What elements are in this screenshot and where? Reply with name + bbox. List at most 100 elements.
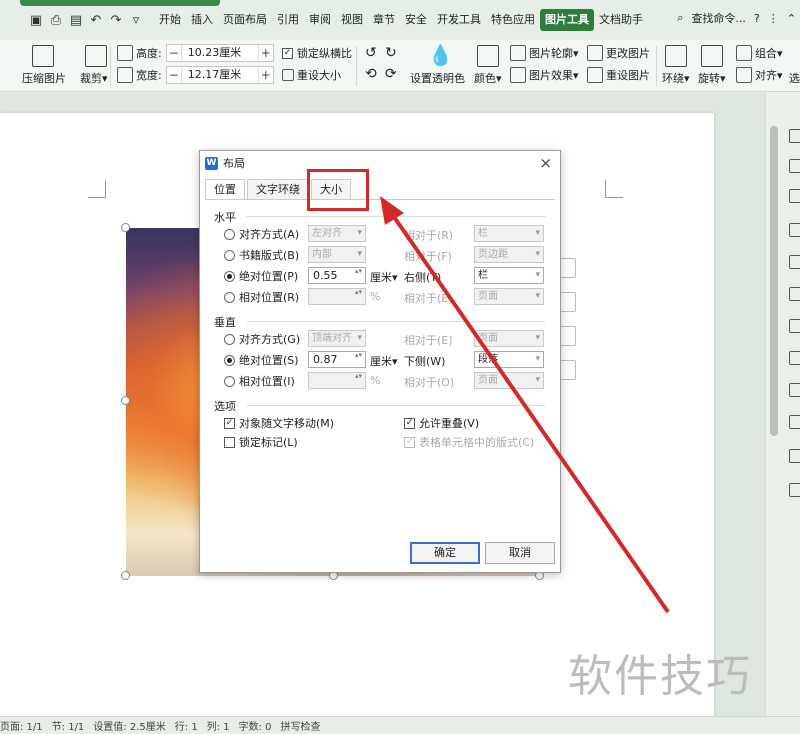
change-picture-button[interactable]: 更改图片 — [587, 45, 650, 61]
h-book-radio[interactable] — [224, 249, 235, 261]
panel-icon[interactable] — [789, 383, 800, 397]
tab-picture-tools[interactable]: 图片工具 — [540, 9, 594, 31]
h-book-select[interactable]: 内部 — [308, 246, 366, 263]
v-rel-radio[interactable] — [224, 375, 235, 387]
share-icon[interactable] — [789, 319, 800, 333]
compress-button[interactable]: 压缩图片 — [22, 70, 66, 86]
image-icon[interactable] — [789, 415, 800, 429]
rotate-right-icon[interactable]: ↻ — [385, 45, 397, 61]
rotate-button[interactable]: 旋转 ▾ — [698, 70, 726, 86]
resize-handle-middle-left[interactable] — [121, 396, 130, 405]
outline-button[interactable]: 图片轮廓 ▾ — [510, 45, 579, 61]
tab-doc-assistant[interactable]: 文档助手 — [594, 9, 648, 31]
tools-icon[interactable] — [789, 449, 800, 463]
align-button[interactable]: 对齐 ▾ — [736, 67, 783, 83]
star-icon[interactable] — [789, 287, 800, 301]
redo-icon[interactable]: ↷ — [108, 12, 124, 28]
h-rel-rel-select[interactable]: 页面 — [474, 288, 544, 305]
more-options-icon[interactable]: ⋮ — [768, 12, 779, 25]
h-align-select[interactable]: 左对齐 — [308, 225, 366, 242]
tab-view[interactable]: 视图 — [336, 9, 368, 31]
cursor-icon[interactable] — [789, 159, 800, 173]
tab-section[interactable]: 章节 — [368, 9, 400, 31]
v-abs-rel-select[interactable]: 段落 — [474, 351, 544, 368]
tab-insert[interactable]: 插入 — [186, 9, 218, 31]
style-icon[interactable] — [789, 189, 800, 203]
allow-overlap-checkbox[interactable]: ✓ — [404, 417, 415, 429]
move-with-text-checkbox[interactable]: ✓ — [224, 417, 235, 429]
h-align-option[interactable]: 对齐方式(A) — [224, 225, 299, 243]
close-icon[interactable]: × — [539, 154, 552, 172]
h-align-radio[interactable] — [224, 228, 235, 240]
lock-anchor-option[interactable]: 锁定标记(L) — [224, 433, 298, 451]
height-input[interactable]: − 10.23厘米 + — [165, 44, 274, 62]
lock-ratio-check[interactable]: ✓ — [282, 47, 293, 59]
command-search[interactable]: 查找命令... — [691, 10, 746, 26]
tab-security[interactable]: 安全 — [400, 9, 432, 31]
collapse-icon[interactable]: ⌃ — [787, 12, 796, 25]
help-icon[interactable]: ? — [754, 12, 760, 25]
more-icon[interactable]: ▿ — [128, 12, 144, 28]
lock-anchor-checkbox[interactable] — [224, 436, 235, 448]
color-button[interactable]: 颜色 ▾ — [474, 70, 502, 86]
tab-start[interactable]: 开始 — [154, 9, 186, 31]
h-align-rel-select[interactable]: 栏 — [474, 225, 544, 242]
transparent-color-button[interactable]: 设置透明色 — [410, 70, 465, 86]
spell-check-toggle[interactable]: 拼写检查 — [281, 718, 321, 733]
tab-developer[interactable]: 开发工具 — [432, 9, 486, 31]
v-rel-option[interactable]: 相对位置(I) — [224, 372, 295, 390]
v-align-radio[interactable] — [224, 333, 235, 345]
move-with-text-option[interactable]: ✓ 对象随文字移动(M) — [224, 414, 334, 432]
vertical-scrollbar[interactable] — [770, 126, 778, 436]
undo-icon[interactable]: ↶ — [88, 12, 104, 28]
height-value[interactable]: 10.23厘米 — [180, 45, 259, 61]
flip-right-icon[interactable]: ⟳ — [385, 66, 397, 82]
print-icon[interactable]: ⎙ — [48, 12, 64, 28]
document-icon[interactable] — [789, 483, 800, 497]
width-decrease[interactable]: − — [167, 68, 181, 82]
reset-picture-button[interactable]: 重设图片 — [587, 67, 650, 83]
group-button[interactable]: 组合 ▾ — [736, 45, 783, 61]
tab-page-layout[interactable]: 页面布局 — [218, 9, 272, 31]
wrap-button[interactable]: 环绕 ▾ — [662, 70, 690, 86]
tab-features[interactable]: 特色应用 — [486, 9, 540, 31]
h-rel-radio[interactable] — [224, 291, 235, 303]
width-value[interactable]: 12.17厘米 — [180, 67, 259, 83]
width-input[interactable]: − 12.17厘米 + — [165, 66, 274, 84]
resize-handle-top-left[interactable] — [121, 223, 130, 232]
link-icon[interactable] — [789, 351, 800, 365]
ok-button[interactable]: 确定 — [410, 542, 480, 564]
v-abs-radio[interactable] — [224, 354, 235, 366]
effects-button[interactable]: 图片效果 ▾ — [510, 67, 579, 83]
resize-handle-bottom-left[interactable] — [121, 571, 130, 580]
select-button[interactable]: 选 — [789, 70, 800, 86]
lock-ratio-checkbox[interactable]: ✓ 锁定纵横比 — [282, 45, 352, 61]
reset-size-button[interactable]: 重设大小 — [282, 67, 341, 83]
print-preview-icon[interactable]: ▤ — [68, 12, 84, 28]
height-decrease[interactable]: − — [167, 46, 181, 60]
tab-references[interactable]: 引用 — [272, 9, 304, 31]
rotate-left-icon[interactable]: ↺ — [365, 45, 377, 61]
height-increase[interactable]: + — [259, 46, 273, 60]
cancel-button[interactable]: 取消 — [485, 542, 555, 564]
h-abs-option[interactable]: 绝对位置(P) — [224, 267, 298, 285]
v-rel-rel-select[interactable]: 页面 — [474, 372, 544, 389]
v-align-option[interactable]: 对齐方式(G) — [224, 330, 300, 348]
width-increase[interactable]: + — [259, 68, 273, 82]
h-abs-radio[interactable] — [224, 270, 235, 282]
v-rel-spinner[interactable] — [308, 372, 366, 389]
shape-icon[interactable] — [789, 129, 800, 143]
h-abs-rel-select[interactable]: 栏 — [474, 267, 544, 284]
v-align-rel-select[interactable]: 页面 — [474, 330, 544, 347]
tab-review[interactable]: 审阅 — [304, 9, 336, 31]
h-book-rel-select[interactable]: 页边距 — [474, 246, 544, 263]
tab-position[interactable]: 位置 — [205, 179, 245, 199]
flip-left-icon[interactable]: ⟲ — [365, 66, 377, 82]
h-book-option[interactable]: 书籍版式(B) — [224, 246, 299, 264]
allow-overlap-option[interactable]: ✓ 允许重叠(V) — [404, 414, 479, 432]
h-rel-spinner[interactable] — [308, 288, 366, 305]
picture-icon[interactable] — [789, 255, 800, 269]
crop-button[interactable]: 裁剪 ▾ — [80, 70, 108, 86]
settings-icon[interactable] — [789, 223, 800, 237]
tab-text-wrap[interactable]: 文字环绕 — [247, 179, 309, 199]
